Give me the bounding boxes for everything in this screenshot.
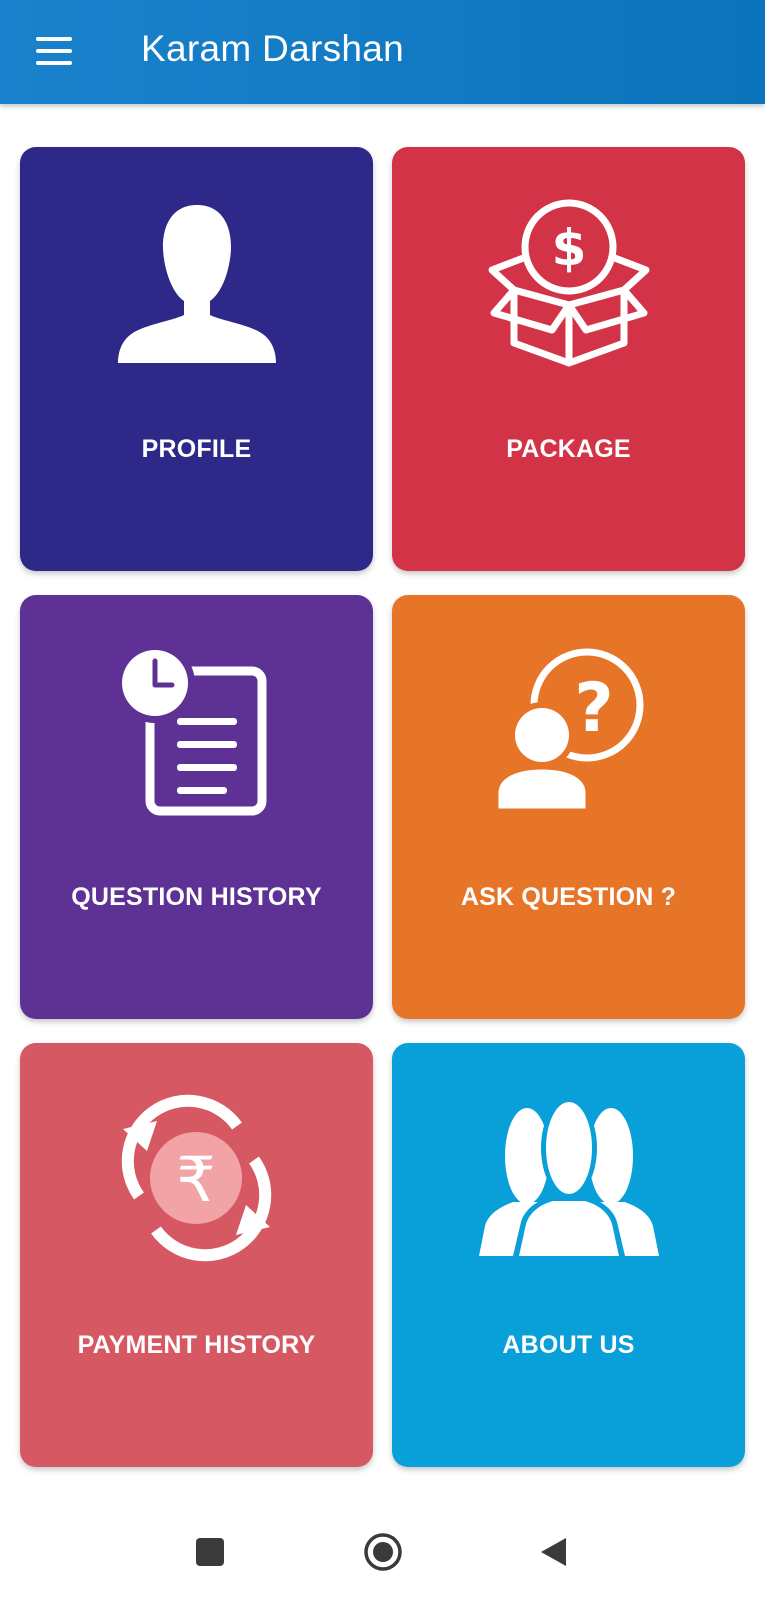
package-box-dollar-icon: $ [392,187,745,377]
clock-document-icon [20,635,373,825]
payment-history-label: PAYMENT HISTORY [77,1331,316,1359]
rupee-refresh-icon: ₹ [20,1083,373,1273]
app-title: Karam Darshan [141,28,405,69]
about-us-tile[interactable]: ABOUT US [392,1043,745,1467]
person-question-icon: ? [392,635,745,825]
question-history-label: QUESTION HISTORY [71,883,322,911]
ask-question-tile[interactable]: ? ASK QUESTION ? [392,595,745,1019]
svg-text:?: ? [574,669,613,748]
square-recents-icon[interactable] [180,1522,240,1582]
group-people-icon [392,1083,745,1273]
profile-user-icon [20,187,373,377]
about-us-label: ABOUT US [502,1331,635,1359]
hamburger-menu-icon[interactable] [22,22,86,80]
system-navigation-bar [0,1500,765,1600]
svg-text:₹: ₹ [176,1143,215,1216]
triangle-back-icon[interactable] [524,1522,584,1582]
package-label: PACKAGE [506,435,631,463]
profile-tile[interactable]: PROFILE [20,147,373,571]
circle-home-icon[interactable] [353,1522,413,1582]
ask-question-label: ASK QUESTION ? [460,883,677,911]
app-bar: Karam Darshan [0,0,765,104]
question-history-tile[interactable]: QUESTION HISTORY [20,595,373,1019]
svg-text:$: $ [551,219,586,277]
profile-label: PROFILE [141,435,252,463]
package-tile[interactable]: $ PACKAGE [392,147,745,571]
payment-history-tile[interactable]: ₹ PAYMENT HISTORY [20,1043,373,1467]
